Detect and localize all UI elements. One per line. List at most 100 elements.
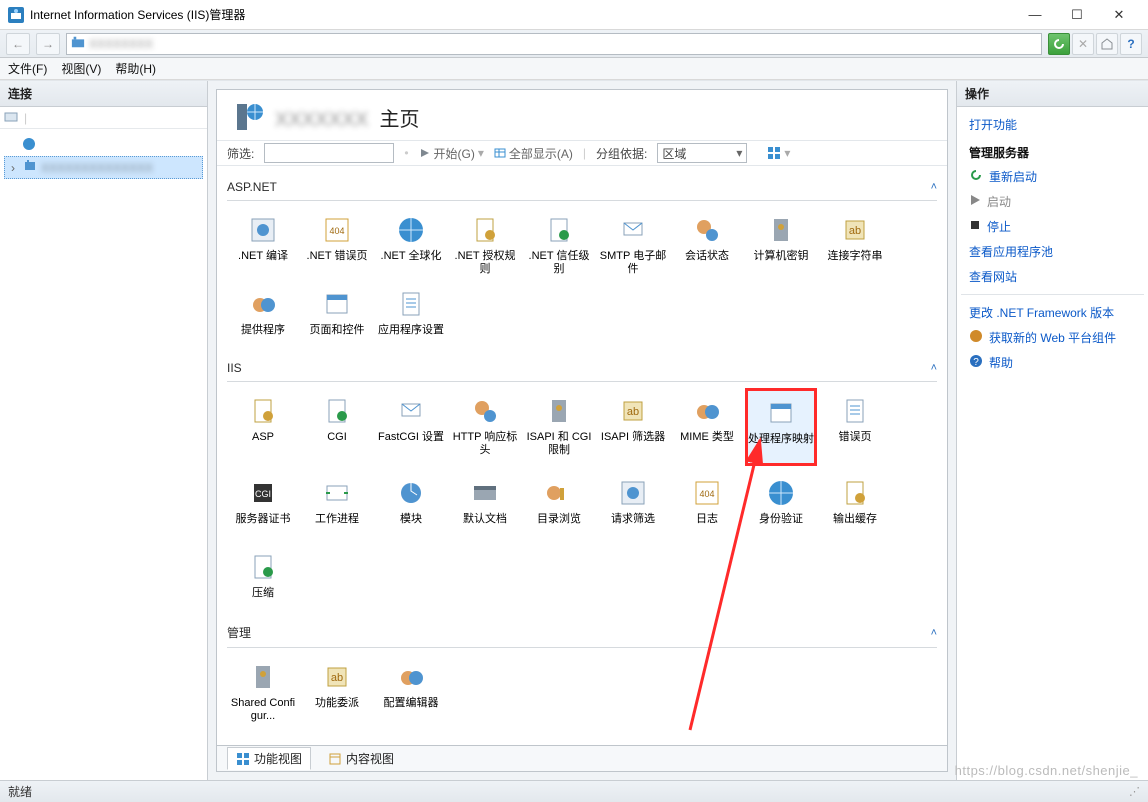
chevron-right-icon[interactable]: › <box>7 161 19 175</box>
grid-mgmt: Shared Configur...ab功能委派配置编辑器 <box>227 648 937 724</box>
feature-item[interactable]: 目录浏览 <box>523 470 595 540</box>
group-head-mgmt[interactable]: 管理 ˄ <box>227 620 937 648</box>
feature-icon: CGI <box>245 475 281 511</box>
group-head-aspnet[interactable]: ASP.NET ˄ <box>227 176 937 201</box>
feature-item[interactable]: CGI <box>301 388 373 466</box>
feature-item[interactable]: 404日志 <box>671 470 743 540</box>
action-stop[interactable]: 停止 <box>961 215 1144 238</box>
collapse-icon[interactable]: ˄ <box>931 362 937 374</box>
feature-item[interactable]: 请求筛选 <box>597 470 669 540</box>
feature-item[interactable]: 处理程序映射 <box>745 388 817 466</box>
status-ready: 就绪 <box>8 783 32 800</box>
feature-item[interactable]: MIME 类型 <box>671 388 743 466</box>
feature-item[interactable]: Shared Configur... <box>227 654 299 724</box>
feature-icon <box>763 212 799 248</box>
feature-item[interactable]: CGI服务器证书 <box>227 470 299 540</box>
status-grip-icon: ⋰ <box>1129 785 1140 798</box>
home-nav-button[interactable] <box>1096 33 1118 55</box>
feature-label: HTTP 响应标头 <box>450 431 520 456</box>
feature-icon <box>541 393 577 429</box>
svg-text:404: 404 <box>329 226 344 236</box>
feature-item[interactable]: ab连接字符串 <box>819 207 891 277</box>
nav-back-button[interactable]: ← <box>6 33 30 55</box>
view-mode-button[interactable]: ▾ <box>767 146 790 160</box>
collapse-icon[interactable]: ˄ <box>931 627 937 639</box>
feature-box: XXXXXXX 主页 筛选: • 开始(G) ▾ 全部显示(A) | 分组依据:… <box>216 89 948 746</box>
feature-item[interactable]: 404.NET 错误页 <box>301 207 373 277</box>
refresh-button[interactable] <box>1048 33 1070 55</box>
feature-label: 应用程序设置 <box>378 324 444 337</box>
feature-label: 目录浏览 <box>537 513 581 526</box>
actions-pane: 操作 打开功能 管理服务器 重新启动 启动 停止 查看应用程序池 查看网站 更改… <box>956 81 1148 780</box>
feature-item[interactable]: 配置编辑器 <box>375 654 447 724</box>
feature-icon <box>393 393 429 429</box>
feature-icon <box>319 286 355 322</box>
tree-server-node[interactable]: › XXXXXXXXXXXXXX <box>4 156 203 179</box>
close-button[interactable]: ✕ <box>1098 1 1140 29</box>
feature-label: .NET 编译 <box>238 250 288 263</box>
group-by-combo[interactable]: 区域▾ <box>657 143 747 163</box>
start-filter-button[interactable]: 开始(G) ▾ <box>419 145 484 162</box>
feature-item[interactable]: 错误页 <box>819 388 891 466</box>
feature-label: 工作进程 <box>315 513 359 526</box>
feature-item[interactable]: 页面和控件 <box>301 281 373 351</box>
feature-item[interactable]: ab功能委派 <box>301 654 373 724</box>
feature-item[interactable]: ISAPI 和 CGI 限制 <box>523 388 595 466</box>
feature-item[interactable]: .NET 授权规则 <box>449 207 521 277</box>
show-all-button[interactable]: 全部显示(A) <box>494 145 573 162</box>
feature-item[interactable]: 工作进程 <box>301 470 373 540</box>
feature-icon <box>467 212 503 248</box>
collapse-icon[interactable]: ˄ <box>931 181 937 193</box>
feature-item[interactable]: FastCGI 设置 <box>375 388 447 466</box>
grid-iis: ASPCGIFastCGI 设置HTTP 响应标头ISAPI 和 CGI 限制a… <box>227 382 937 614</box>
menu-view[interactable]: 视图(V) <box>61 60 101 77</box>
feature-item[interactable]: 压缩 <box>227 544 299 614</box>
address-bar[interactable]: XXXXXXXX <box>66 33 1042 55</box>
group-head-iis[interactable]: IIS ˄ <box>227 357 937 382</box>
feature-item[interactable]: 输出缓存 <box>819 470 891 540</box>
stop-nav-button[interactable]: ✕ <box>1072 33 1094 55</box>
nav-forward-button[interactable]: → <box>36 33 60 55</box>
feature-item[interactable]: 模块 <box>375 470 447 540</box>
action-restart[interactable]: 重新启动 <box>961 165 1144 188</box>
feature-item[interactable]: ASP <box>227 388 299 466</box>
feature-icon <box>245 286 281 322</box>
feature-icon <box>689 393 725 429</box>
feature-item[interactable]: .NET 全球化 <box>375 207 447 277</box>
action-open-feature[interactable]: 打开功能 <box>961 113 1144 136</box>
action-view-sites[interactable]: 查看网站 <box>961 265 1144 288</box>
feature-item[interactable]: 提供程序 <box>227 281 299 351</box>
menu-bar: 文件(F) 视图(V) 帮助(H) <box>0 58 1148 80</box>
filter-combo[interactable] <box>264 143 394 163</box>
start-page-icon <box>22 137 36 154</box>
action-view-app-pools[interactable]: 查看应用程序池 <box>961 240 1144 263</box>
feature-item[interactable]: 会话状态 <box>671 207 743 277</box>
feature-label: 提供程序 <box>241 324 285 337</box>
feature-icon <box>763 395 799 431</box>
feature-scroll[interactable]: ASP.NET ˄ .NET 编译404.NET 错误页.NET 全球化.NET… <box>217 166 947 745</box>
menu-file[interactable]: 文件(F) <box>8 60 47 77</box>
minimize-button[interactable]: — <box>1014 1 1056 29</box>
maximize-button[interactable]: ☐ <box>1056 1 1098 29</box>
menu-help[interactable]: 帮助(H) <box>115 60 156 77</box>
help-nav-button[interactable]: ? <box>1120 33 1142 55</box>
action-change-framework[interactable]: 更改 .NET Framework 版本 <box>961 301 1144 324</box>
feature-item[interactable]: abISAPI 筛选器 <box>597 388 669 466</box>
action-get-wpi[interactable]: 获取新的 Web 平台组件 <box>961 326 1144 349</box>
tab-content-view[interactable]: 内容视图 <box>319 747 403 770</box>
window-title: Internet Information Services (IIS)管理器 <box>30 6 1014 23</box>
action-help[interactable]: ? 帮助 <box>961 351 1144 374</box>
feature-item[interactable]: 计算机密钥 <box>745 207 817 277</box>
tab-features-view[interactable]: 功能视图 <box>227 747 311 770</box>
tree-start-page[interactable]: 起始页 <box>4 135 203 156</box>
feature-item[interactable]: 应用程序设置 <box>375 281 447 351</box>
feature-item[interactable]: 身份验证 <box>745 470 817 540</box>
action-start[interactable]: 启动 <box>961 190 1144 213</box>
feature-label: 配置编辑器 <box>384 697 439 710</box>
feature-item[interactable]: 默认文档 <box>449 470 521 540</box>
feature-item[interactable]: .NET 编译 <box>227 207 299 277</box>
feature-item[interactable]: .NET 信任级别 <box>523 207 595 277</box>
conn-sep: | <box>24 111 27 125</box>
feature-item[interactable]: HTTP 响应标头 <box>449 388 521 466</box>
feature-item[interactable]: SMTP 电子邮件 <box>597 207 669 277</box>
